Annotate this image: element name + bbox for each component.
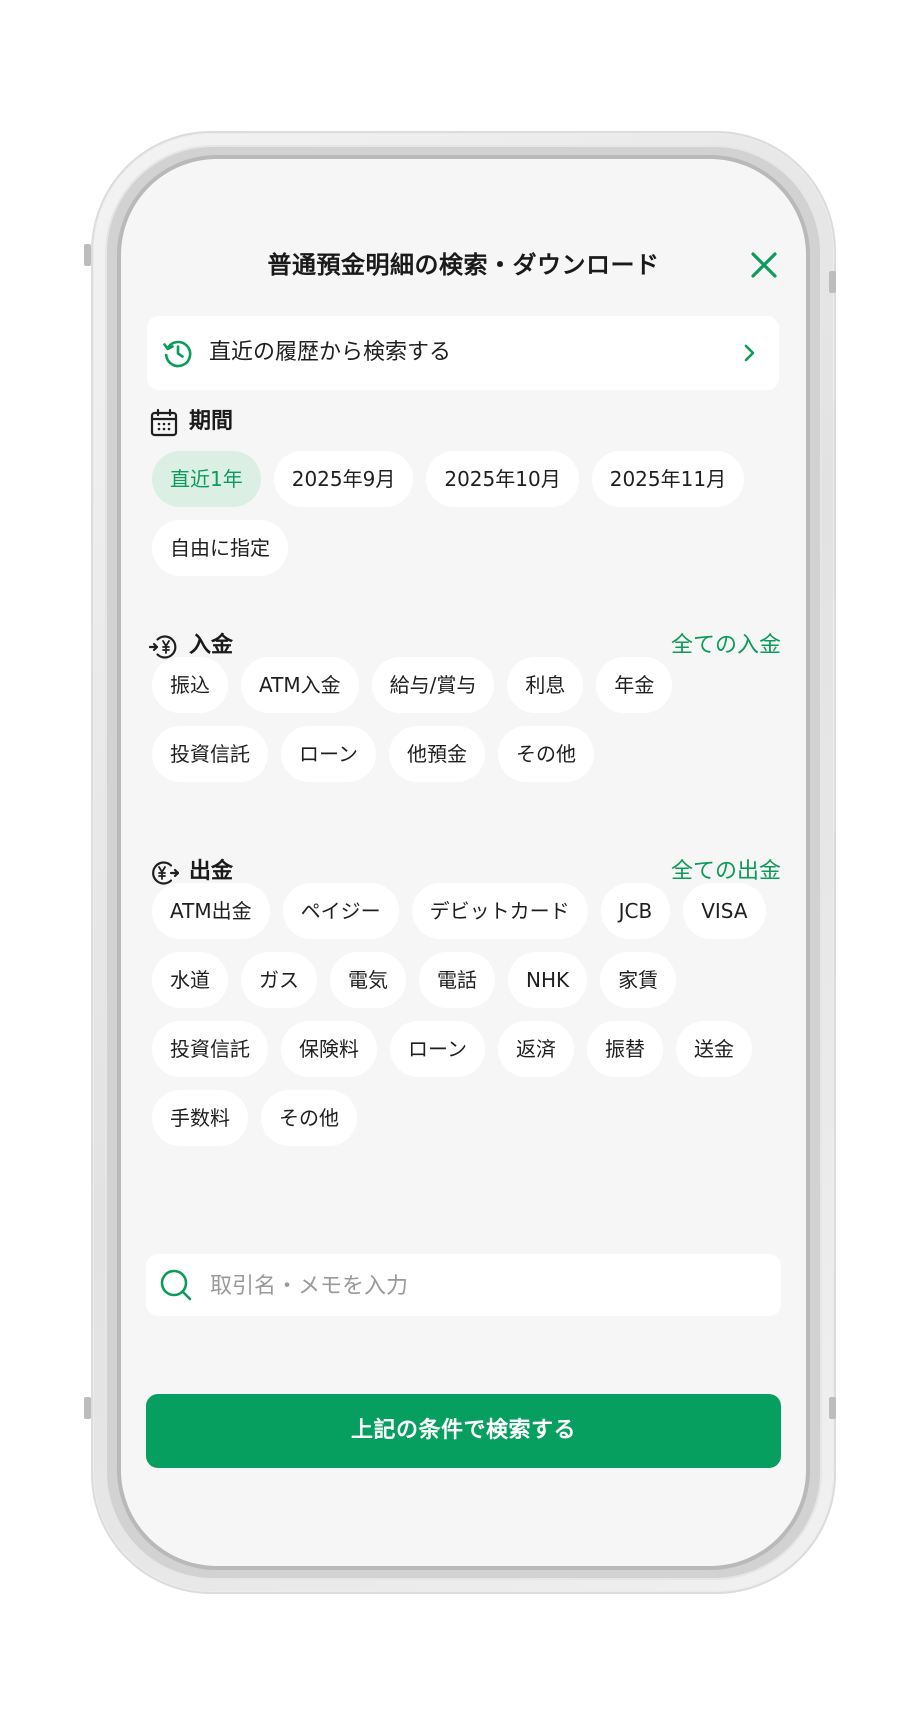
deposit-chip[interactable]: その他 [498,726,594,782]
period-section-header: 期間 [149,402,781,442]
withdrawal-chip[interactable]: ガス [241,952,317,1008]
history-icon [163,340,192,368]
period-chip[interactable]: 2025年11月 [591,451,745,507]
side-button-left-bottom [84,1397,91,1419]
close-button[interactable] [746,247,782,283]
search-icon [160,1269,192,1301]
side-button-right-bottom [829,1397,836,1419]
deposit-chip[interactable]: 他預金 [389,726,485,782]
withdrawal-chip[interactable]: 振替 [587,1021,663,1077]
search-input[interactable] [208,1254,772,1318]
withdrawal-chip[interactable]: 投資信託 [152,1021,268,1077]
withdrawal-chip[interactable]: その他 [261,1090,357,1146]
withdrawal-chip[interactable]: VISA [683,883,766,939]
period-chips: 直近1年 2025年9月 2025年10月 2025年11月 自由に指定 [152,451,782,576]
page-title: 普通預金明細の検索・ダウンロード [267,251,660,279]
deposit-chip[interactable]: 投資信託 [152,726,268,782]
withdrawal-chip[interactable]: 水道 [152,952,228,1008]
withdrawal-chip[interactable]: 電話 [419,952,495,1008]
deposit-chips: 振込 ATM入金 給与/賞与 利息 年金 投資信託 ローン 他預金 その他 [152,657,782,782]
withdrawal-chip[interactable]: 送金 [676,1021,752,1077]
withdrawal-chip[interactable]: JCB [600,883,671,939]
period-chip[interactable]: 直近1年 [152,451,261,507]
header: 普通預金明細の検索・ダウンロード [121,237,806,293]
deposit-chip[interactable]: ATM入金 [241,657,359,713]
search-submit-button[interactable]: 上記の条件で検索する [146,1394,781,1468]
period-label: 期間 [189,409,234,434]
withdrawal-chip[interactable]: 手数料 [152,1090,248,1146]
history-search-row[interactable]: 直近の履歴から検索する [147,316,779,390]
history-search-label: 直近の履歴から検索する [209,340,452,365]
withdrawal-chip[interactable]: NHK [508,952,588,1008]
period-chip[interactable]: 自由に指定 [152,520,288,576]
calendar-icon [150,408,178,437]
withdrawal-chip[interactable]: ローン [390,1021,485,1077]
search-box [146,1254,781,1318]
period-chip[interactable]: 2025年9月 [273,451,414,507]
withdrawal-chip[interactable]: 家賃 [600,952,677,1008]
withdrawal-chip[interactable]: デビットカード [411,883,588,939]
withdrawal-chip[interactable]: 電気 [330,952,406,1008]
deposit-chip[interactable]: 利息 [507,657,584,713]
deposit-chip[interactable]: 振込 [152,657,228,713]
deposit-chip[interactable]: 年金 [596,657,673,713]
withdrawal-chip[interactable]: ATM出金 [152,883,270,939]
chevron-right-icon [744,344,755,362]
withdrawal-chips: ATM出金 ペイジー デビットカード JCB VISA 水道 ガス 電気 電話 … [152,883,782,1146]
deposit-chip[interactable]: 給与/賞与 [371,657,495,713]
withdrawal-chip[interactable]: 保険料 [281,1021,377,1077]
side-button-left-top [84,244,91,266]
withdrawal-chip[interactable]: 返済 [498,1021,574,1077]
deposit-chip[interactable]: ローン [281,726,376,782]
period-chip[interactable]: 2025年10月 [426,451,579,507]
screen: 普通預金明細の検索・ダウンロード 直近の履歴から検索する 期間 直近1年 202… [121,159,806,1566]
close-icon [751,252,777,278]
side-button-right-top [829,271,836,293]
withdrawal-chip[interactable]: ペイジー [282,883,399,939]
